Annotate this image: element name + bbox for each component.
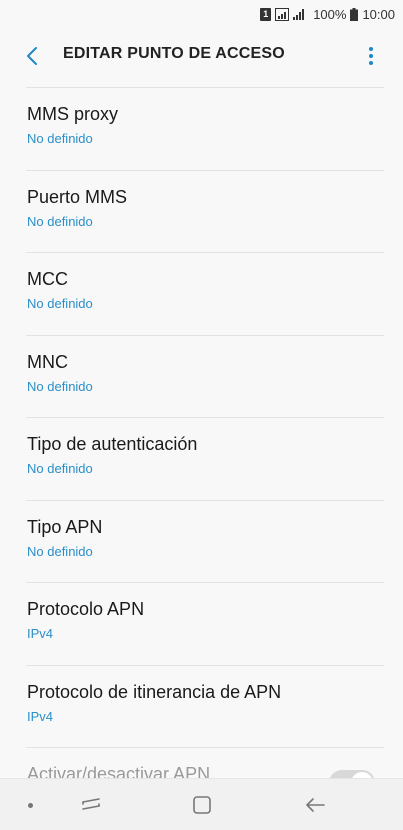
- recent-apps-button[interactable]: [80, 793, 102, 820]
- arrow-left-icon: [306, 798, 325, 812]
- more-dot-icon: [369, 61, 373, 65]
- item-value: No definido: [27, 461, 93, 476]
- back-nav-button[interactable]: [304, 794, 326, 821]
- clock: 10:00: [362, 7, 395, 22]
- item-label: Protocolo de itinerancia de APN: [27, 681, 282, 702]
- item-value: No definido: [27, 543, 93, 559]
- app-bar: EDITAR PUNTO DE ACCESO: [0, 30, 403, 80]
- more-dot-icon: [369, 47, 373, 51]
- item-label: MCC: [27, 269, 68, 289]
- list-item-auth-type[interactable]: Tipo de autenticación No definido: [0, 418, 403, 501]
- navigation-bar: [0, 778, 403, 830]
- item-label: Protocolo APN: [27, 599, 145, 619]
- settings-list: MMS proxy No definido Puerto MMS No defi…: [0, 88, 403, 748]
- item-label: Puerto MMS: [27, 186, 128, 207]
- item-label: MMS proxy: [27, 104, 119, 124]
- item-value: IPv4: [27, 626, 54, 641]
- item-label: Tipo APN: [27, 516, 103, 537]
- battery-icon: [350, 8, 359, 21]
- home-button[interactable]: [192, 795, 212, 820]
- list-item-mms-port[interactable]: Puerto MMS No definido: [0, 171, 403, 253]
- list-item-mnc[interactable]: MNC No definido: [0, 336, 403, 418]
- item-value: IPv4: [27, 708, 54, 724]
- dot-icon[interactable]: [28, 803, 33, 808]
- list-item-apn-roaming-protocol[interactable]: Protocolo de itinerancia de APN IPv4: [0, 666, 403, 748]
- list-item-apn-toggle[interactable]: Activar/desactivar APN: [0, 748, 403, 778]
- item-label: Tipo de autenticación: [27, 434, 198, 454]
- item-value: No definido: [27, 378, 93, 394]
- item-value: No definido: [27, 296, 93, 311]
- list-item-apn-protocol[interactable]: Protocolo APN IPv4: [0, 583, 403, 666]
- list-item-mcc[interactable]: MCC No definido: [0, 253, 403, 336]
- item-value: No definido: [27, 131, 93, 146]
- more-options-button[interactable]: [361, 42, 381, 70]
- signal-icon: [275, 8, 309, 21]
- toggle-knob: [349, 770, 375, 778]
- status-bar: 1 100% 10:00: [0, 0, 403, 30]
- item-label: MNC: [27, 351, 68, 372]
- sim-icon: 1: [260, 8, 272, 21]
- recent-apps-icon: [82, 798, 100, 810]
- list-item-apn-type[interactable]: Tipo APN No definido: [0, 501, 403, 583]
- status-icons: 1 100% 10:00: [260, 7, 395, 22]
- list-item-mms-proxy[interactable]: MMS proxy No definido: [0, 88, 403, 171]
- apn-enable-toggle[interactable]: [329, 770, 375, 778]
- chevron-left-icon: [27, 47, 37, 65]
- more-dot-icon: [369, 54, 373, 58]
- home-icon: [193, 796, 211, 814]
- item-value: No definido: [27, 213, 93, 229]
- battery-percent: 100%: [313, 7, 347, 22]
- item-label: Activar/desactivar APN: [27, 764, 211, 778]
- back-button[interactable]: [18, 42, 46, 70]
- page-title: EDITAR PUNTO DE ACCESO: [63, 45, 285, 62]
